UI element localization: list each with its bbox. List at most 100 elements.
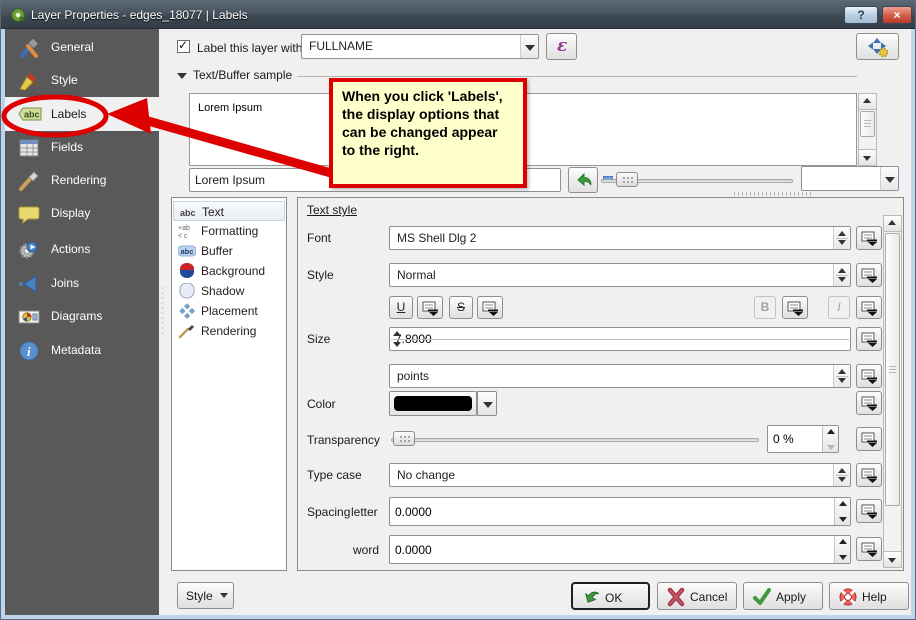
sample-zoom-slider-handle[interactable] — [616, 172, 638, 187]
tab-formatting[interactable]: +ab < c Formatting — [173, 221, 285, 241]
placement-diamonds-icon — [179, 303, 196, 319]
color-dropdown-button[interactable] — [477, 391, 497, 416]
chevron-down-icon — [520, 35, 538, 58]
data-defined-icon — [861, 396, 877, 411]
sample-section-title: Text/Buffer sample — [193, 68, 293, 82]
font-color-swatch-button[interactable] — [389, 391, 477, 416]
svg-text:+ab: +ab — [178, 225, 190, 232]
qgis-logo-icon — [11, 8, 25, 22]
cancel-button[interactable]: Cancel — [657, 582, 737, 610]
panel-scrollbar[interactable] — [883, 215, 902, 568]
spinner-icon — [834, 536, 850, 563]
tab-rendering[interactable]: Rendering — [173, 321, 285, 341]
tab-text[interactable]: abc Text — [173, 201, 285, 221]
style-combobox[interactable]: Normal — [389, 263, 851, 287]
data-defined-icon — [861, 468, 877, 483]
window-title: Layer Properties - edges_18077 | Labels — [31, 8, 248, 22]
window-close-button[interactable]: × — [882, 6, 912, 24]
collapse-triangle-icon[interactable] — [177, 73, 187, 79]
sidebar-item-fields[interactable]: Fields — [5, 131, 159, 164]
data-defined-icon — [861, 542, 877, 557]
underline-data-defined-button[interactable] — [417, 296, 443, 319]
sidebar-splitter[interactable] — [161, 287, 164, 335]
speech-bubble-icon — [18, 206, 40, 225]
svg-text:abc: abc — [180, 208, 196, 218]
title-bar[interactable]: Layer Properties - edges_18077 | Labels … — [1, 1, 915, 29]
size-unit-data-defined-button[interactable] — [856, 364, 882, 388]
help-button[interactable]: Help — [829, 582, 909, 610]
labels-abc-icon: abc — [18, 107, 42, 121]
sample-scrollbar[interactable] — [858, 93, 877, 166]
svg-text:abc: abc — [181, 247, 194, 256]
shadow-shape-icon — [179, 283, 195, 299]
bold-data-defined-button[interactable] — [782, 296, 808, 319]
size-unit-combobox[interactable]: points — [389, 364, 851, 388]
size-spinbox[interactable] — [389, 327, 851, 351]
sample-splitter[interactable] — [734, 192, 814, 196]
buffer-abc-icon: abc — [178, 245, 196, 257]
formatting-icon: +ab < c — [178, 225, 190, 239]
label-field-combobox[interactable]: FULLNAME — [301, 34, 539, 59]
svg-text:abc: abc — [24, 110, 40, 120]
diagram-chart-icon — [18, 310, 40, 324]
sidebar-item-joins[interactable]: Joins — [5, 267, 159, 300]
automated-placement-button[interactable] — [856, 33, 899, 60]
sample-background-combobox[interactable] — [801, 166, 899, 191]
info-icon: i — [19, 341, 39, 361]
sidebar-item-display[interactable]: Display — [5, 197, 159, 230]
transparency-spinbox[interactable] — [767, 425, 839, 453]
data-defined-icon — [422, 301, 438, 316]
style-menu-button[interactable]: Style — [177, 582, 234, 609]
sidebar-item-style[interactable]: Style — [5, 64, 159, 97]
tab-buffer[interactable]: abc Buffer — [173, 241, 285, 261]
svg-text:< c: < c — [178, 233, 188, 239]
spinner-icon — [834, 498, 850, 525]
word-data-defined-button[interactable] — [856, 537, 882, 561]
tab-placement[interactable]: Placement — [173, 301, 285, 321]
label-layer-checkbox[interactable]: ✓ — [177, 38, 190, 53]
sidebar-item-rendering[interactable]: Rendering — [5, 164, 159, 197]
transparency-data-defined-button[interactable] — [856, 427, 882, 451]
tab-background[interactable]: Background — [173, 261, 285, 281]
size-data-defined-button[interactable] — [856, 327, 882, 351]
strikeout-data-defined-button[interactable] — [477, 296, 503, 319]
sidebar-item-metadata[interactable]: i Metadata — [5, 334, 159, 367]
reset-sample-button[interactable] — [568, 167, 598, 193]
strikeout-button[interactable]: S — [449, 296, 473, 319]
underline-button[interactable]: U — [389, 296, 413, 319]
chevron-down-icon — [880, 167, 898, 190]
letter-spacing-spinbox[interactable] — [389, 497, 851, 526]
word-spacing-spinbox[interactable] — [389, 535, 851, 564]
ok-arrow-icon — [585, 591, 600, 603]
expression-builder-button[interactable]: ε — [546, 33, 577, 60]
spacing-label: Spacing — [307, 505, 351, 519]
window-help-button[interactable]: ? — [844, 6, 878, 24]
typecase-combobox[interactable]: No change — [389, 463, 851, 487]
letter-data-defined-button[interactable] — [856, 499, 882, 523]
sidebar-item-actions[interactable]: Actions — [5, 233, 159, 266]
italic-data-defined-button[interactable] — [856, 296, 882, 319]
paintbrush-rendering-icon — [19, 171, 39, 191]
sidebar-item-general[interactable]: General — [5, 31, 159, 64]
gear-play-icon — [19, 241, 38, 259]
style-data-defined-button[interactable] — [856, 263, 882, 287]
table-fields-icon — [19, 139, 39, 157]
typecase-data-defined-button[interactable] — [856, 463, 882, 487]
transparency-slider[interactable] — [391, 438, 759, 442]
data-defined-icon — [787, 301, 803, 316]
transparency-slider-handle[interactable] — [393, 431, 415, 446]
spinner-icon — [833, 264, 850, 286]
font-combobox[interactable]: MS Shell Dlg 2 — [389, 226, 851, 250]
color-label: Color — [307, 397, 336, 411]
tab-shadow[interactable]: Shadow — [173, 281, 285, 301]
ok-button[interactable]: OK — [571, 582, 650, 610]
italic-button[interactable]: I — [828, 296, 850, 319]
color-data-defined-button[interactable] — [856, 391, 882, 415]
label-layer-checkbox-label: Label this layer with — [197, 41, 303, 55]
font-data-defined-button[interactable] — [856, 226, 882, 250]
sidebar-item-labels[interactable]: abc Labels — [5, 97, 159, 131]
apply-button[interactable]: Apply — [743, 582, 823, 610]
bold-button[interactable]: B — [754, 296, 776, 319]
sidebar-item-diagrams[interactable]: Diagrams — [5, 300, 159, 333]
data-defined-icon — [861, 369, 877, 384]
